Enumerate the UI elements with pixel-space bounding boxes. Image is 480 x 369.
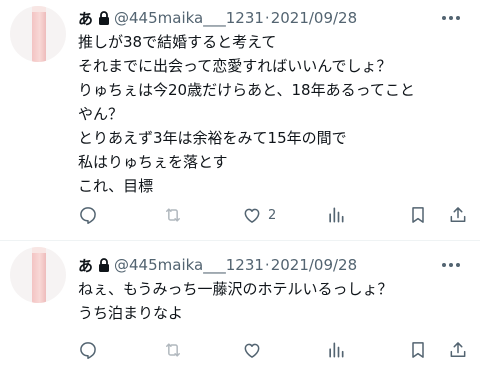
separator-dot: · (264, 9, 270, 27)
retweet-icon (166, 343, 180, 357)
views-icon (329, 207, 344, 223)
tweet-text-line: 私はりゅちぇを落とす (78, 153, 228, 171)
separator-dot: · (264, 256, 270, 274)
retweet-button[interactable] (162, 336, 184, 364)
views-button[interactable] (326, 336, 346, 364)
tweet-text-line: ねぇ、もうみっち一藤沢のホテルいるっしょ？ (78, 280, 393, 298)
reply-button[interactable] (78, 201, 98, 229)
like-button[interactable] (242, 336, 268, 364)
tweet-text-line: これ、目標 (78, 177, 154, 195)
reply-icon (80, 342, 96, 359)
reply-icon (80, 207, 96, 224)
user-handle[interactable]: @445maika___1231 (114, 256, 264, 274)
share-icon (450, 207, 466, 222)
share-icon (450, 342, 466, 357)
bookmark-button[interactable] (408, 336, 428, 364)
display-name[interactable]: あ (78, 8, 93, 29)
views-button[interactable] (326, 201, 346, 229)
tweet-text-line: 推しが38で結婚すると考えて (78, 33, 277, 51)
tweet-header: あ @445maika___1231 · 2021/09/28 (78, 253, 357, 277)
bookmark-icon (412, 207, 424, 223)
tweet[interactable]: あ @445maika___1231 · 2021/09/28 推しが38で結婚… (0, 0, 480, 240)
more-icon[interactable] (442, 15, 460, 21)
lock-icon (98, 11, 110, 25)
bookmark-button[interactable] (408, 201, 428, 229)
lock-icon (98, 258, 110, 272)
views-icon (329, 342, 344, 358)
tweet-header: あ @445maika___1231 · 2021/09/28 (78, 6, 357, 30)
avatar[interactable] (10, 6, 66, 62)
tweet-actions: 2 (70, 201, 470, 229)
like-button[interactable]: 2 (242, 201, 276, 229)
like-icon (244, 343, 260, 358)
like-count: 2 (268, 207, 277, 223)
tweet-date[interactable]: 2021/09/28 (271, 9, 357, 27)
tweet-text-line: とりあえず3年は余裕をみて15年の間で (78, 129, 347, 147)
tweet-text: ねぇ、もうみっち一藤沢のホテルいるっしょ？ うち泊まりなよ (78, 277, 470, 325)
retweet-button[interactable] (162, 201, 184, 229)
tweet[interactable]: あ @445maika___1231 · 2021/09/28 ねぇ、もうみっち… (0, 241, 480, 369)
user-handle[interactable]: @445maika___1231 (114, 9, 264, 27)
tweet-text-line: やん？ (78, 105, 124, 123)
tweet-text-line: りゅちぇは今20歳だけらあと、18年あるってこと (78, 81, 415, 99)
share-button[interactable] (448, 336, 468, 364)
avatar[interactable] (10, 247, 66, 303)
tweet-actions (70, 336, 470, 364)
retweet-icon (166, 208, 180, 222)
tweet-text-line: うち泊まりなよ (78, 304, 184, 322)
tweet-date[interactable]: 2021/09/28 (271, 256, 357, 274)
display-name[interactable]: あ (78, 255, 93, 276)
tweet-text: 推しが38で結婚すると考えて それまでに出会って恋愛すればいいんでしょ？ りゅち… (78, 30, 470, 198)
share-button[interactable] (448, 201, 468, 229)
like-icon (244, 208, 260, 223)
tweet-text-line: それまでに出会って恋愛すればいいんでしょ？ (78, 57, 392, 75)
bookmark-icon (412, 342, 424, 358)
more-icon[interactable] (442, 262, 460, 268)
reply-button[interactable] (78, 336, 98, 364)
